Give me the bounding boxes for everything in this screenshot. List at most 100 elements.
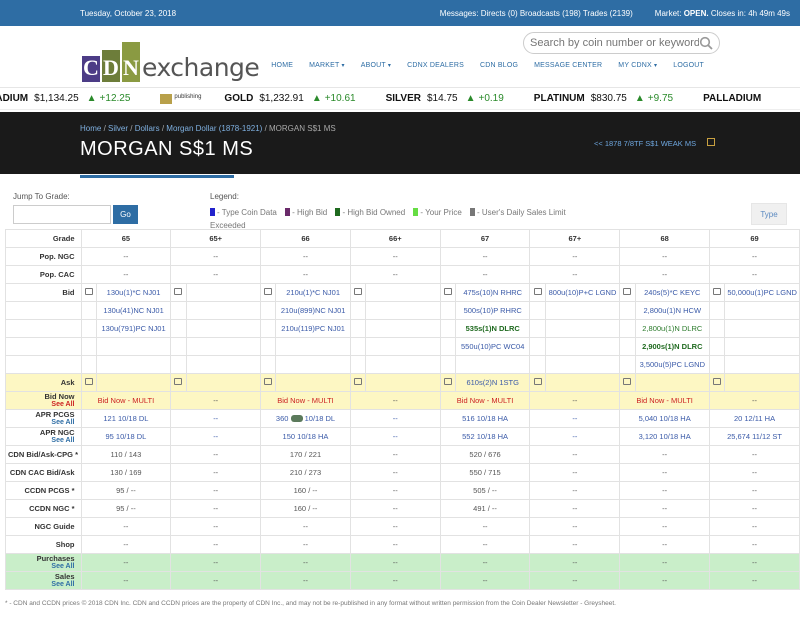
messages-directs-link[interactable]: Directs (0) [481,9,518,18]
ask-cell[interactable] [95,373,172,392]
edit-bid-cell[interactable] [80,283,97,302]
grid-cell[interactable]: Bid Now - MULTI [260,391,351,410]
grid-cell[interactable]: -- [709,391,800,410]
coin-image-icon[interactable] [290,415,303,422]
grid-cell[interactable]: 516 10/18 HA [439,409,531,428]
edit-icon[interactable] [533,378,542,385]
see-all-link[interactable]: See All [8,419,74,426]
see-all-link[interactable]: See All [8,563,74,570]
bid-cell[interactable]: 2,900s(1)N DLRC [634,337,711,356]
bid-cell[interactable]: 800u(10)P+C LGND [544,283,621,302]
grid-cell[interactable]: -- [260,553,351,572]
go-button[interactable]: Go [113,205,138,224]
bid-cell[interactable]: 210u(1)*C NJ01 [275,283,351,302]
grid-cell[interactable]: -- [170,571,262,590]
edit-icon[interactable] [84,378,93,385]
bid-cell[interactable]: 2,800u(1)N HCW [634,301,711,320]
bid-cell[interactable]: 210u(119)PC NJ01 [275,319,351,338]
breadcrumb-home[interactable]: Home [80,124,101,133]
messages-trades-link[interactable]: Trades (2139) [583,9,633,18]
grid-cell[interactable]: 3,120 10/18 HA [619,427,711,446]
edit-ask-cell[interactable] [709,373,726,392]
grid-cell[interactable]: 20 12/11 HA [709,409,800,428]
bid-cell[interactable]: 2,800u(1)N DLRC [634,319,711,338]
grid-cell[interactable]: -- [349,427,441,446]
edit-icon[interactable] [623,288,632,295]
nav-about[interactable]: ABOUT ▾ [353,62,399,69]
breadcrumb-silver[interactable]: Silver [108,124,128,133]
see-all-link[interactable]: See All [8,437,74,444]
grid-cell[interactable]: -- [529,571,621,590]
jump-to-grade-input[interactable] [13,205,111,224]
bid-cell[interactable]: 475s(10)N RHRC [454,283,531,302]
grid-cell[interactable]: -- [349,571,441,590]
edit-bid-cell[interactable] [439,283,456,302]
breadcrumb-dollars[interactable]: Dollars [135,124,160,133]
ask-cell[interactable]: 610s(2)N 1STG [454,373,531,392]
edit-icon[interactable] [354,288,363,295]
grid-cell[interactable]: -- [349,391,441,410]
edit-bid-cell[interactable] [619,283,636,302]
cdn-exchange-logo[interactable]: C D N exchange [82,34,260,82]
edit-bid-cell[interactable] [349,283,367,302]
edit-icon[interactable] [713,378,722,385]
edit-icon[interactable] [264,288,273,295]
bid-cell[interactable]: 130u(41)NC NJ01 [95,301,172,320]
grid-cell[interactable]: Bid Now - MULTI [619,391,711,410]
type-button[interactable]: Type [751,203,787,225]
edit-ask-cell[interactable] [439,373,456,392]
grid-cell[interactable]: -- [529,427,621,446]
previous-coin-link[interactable]: << 1878 7/8TF S$1 WEAK MS [594,139,696,148]
grid-cell[interactable]: 150 10/18 HA [260,427,351,446]
edit-ask-cell[interactable] [80,373,97,392]
grid-cell[interactable]: -- [80,553,172,572]
nav-cdn-blog[interactable]: CDN BLOG [472,62,526,69]
grid-cell[interactable]: -- [709,553,800,572]
calendar-icon[interactable] [707,138,715,146]
edit-ask-cell[interactable] [349,373,367,392]
search-input[interactable] [530,37,699,49]
grid-cell[interactable]: -- [260,571,351,590]
grid-cell[interactable]: -- [170,553,262,572]
bid-cell[interactable]: 3,500u(5)PC LGND [634,355,711,374]
ask-cell[interactable] [634,373,711,392]
grid-cell[interactable]: 5,040 10/18 HA [619,409,711,428]
bid-cell[interactable]: 50,000u(1)PC LGND [724,283,800,302]
edit-ask-cell[interactable] [260,373,277,392]
grid-cell[interactable]: 121 10/18 DL [80,409,172,428]
edit-ask-cell[interactable] [170,373,187,392]
nav-message-center[interactable]: MESSAGE CENTER [526,62,610,69]
grid-cell[interactable]: -- [349,553,441,572]
bid-cell[interactable]: 535s(1)N DLRC [454,319,531,338]
grid-cell[interactable]: Bid Now - MULTI [80,391,172,410]
grid-cell[interactable]: 552 10/18 HA [439,427,531,446]
ask-cell[interactable] [275,373,351,392]
edit-icon[interactable] [713,288,722,295]
grid-cell[interactable]: -- [349,409,441,428]
nav-cdnx-dealers[interactable]: CDNX DEALERS [399,62,472,69]
bid-cell[interactable]: 130u(791)PC NJ01 [95,319,172,338]
bid-cell[interactable]: 210u(899)NC NJ01 [275,301,351,320]
grid-cell[interactable]: -- [170,427,262,446]
edit-icon[interactable] [174,288,183,295]
grid-cell[interactable]: -- [80,571,172,590]
edit-ask-cell[interactable] [529,373,546,392]
grid-cell[interactable]: -- [439,553,531,572]
edit-icon[interactable] [443,378,452,385]
edit-bid-cell[interactable] [529,283,546,302]
grid-cell[interactable]: 95 10/18 DL [80,427,172,446]
nav-logout[interactable]: LOGOUT [665,62,712,69]
grid-cell[interactable]: 360 10/18 DL [260,409,351,428]
edit-bid-cell[interactable] [709,283,726,302]
grid-cell[interactable]: 25,674 11/12 ST [709,427,800,446]
grid-cell[interactable]: -- [529,409,621,428]
bid-cell[interactable]: 550u(10)PC WC04 [454,337,531,356]
grid-cell[interactable]: -- [529,391,621,410]
grid-cell[interactable]: -- [529,553,621,572]
ask-cell[interactable] [365,373,441,392]
ask-cell[interactable] [185,373,262,392]
edit-icon[interactable] [264,378,273,385]
grid-cell[interactable]: -- [170,409,262,428]
breadcrumb-morgan-dollar[interactable]: Morgan Dollar (1878-1921) [166,124,262,133]
edit-icon[interactable] [174,378,183,385]
